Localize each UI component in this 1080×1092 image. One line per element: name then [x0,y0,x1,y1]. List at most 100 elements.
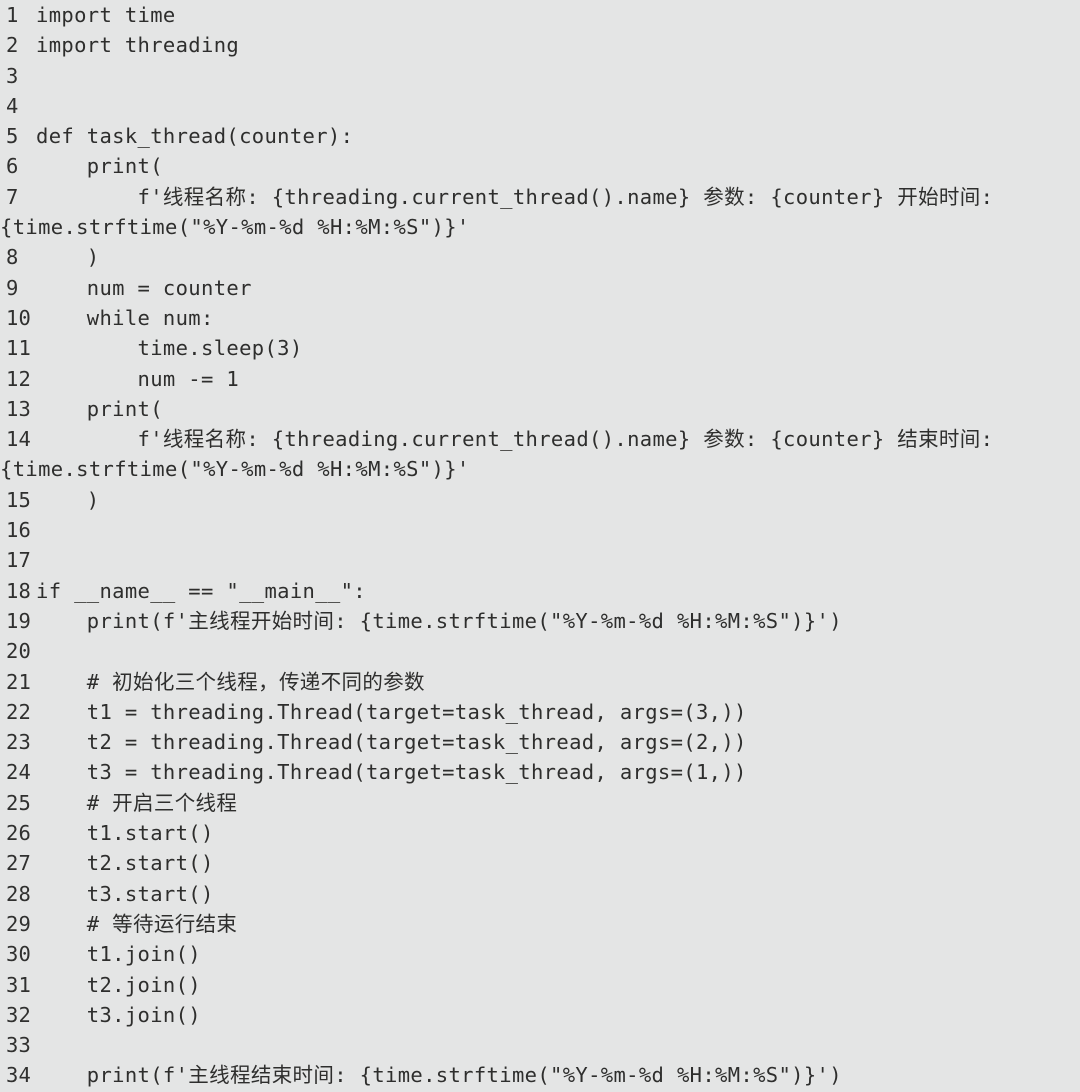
code-text: t1.join() [36,942,201,967]
line-number: 12 [6,366,32,391]
line-number: 16 [6,518,32,543]
code-line: 7 f'线程名称: {threading.current_thread().na… [0,182,1080,212]
code-line: 17 [0,545,1080,575]
line-number: 4 [6,93,19,118]
code-text: import time [36,3,176,27]
code-line: 26 t1.start() [0,818,1080,848]
line-number: 8 [6,245,19,270]
code-text: num -= 1 [36,366,240,391]
code-text: print( [36,154,163,179]
line-number: 6 [6,154,19,179]
code-text: ) [36,487,100,512]
code-text: {time.strftime("%Y-%m-%d %H:%M:%S")}' [0,215,470,240]
line-number: 7 [6,184,19,209]
line-number: 31 [6,972,32,997]
code-line: {time.strftime("%Y-%m-%d %H:%M:%S")}' [0,212,1080,242]
code-line: 1 import time [0,0,1080,30]
line-number: 25 [6,790,32,815]
code-text: print( [36,396,163,421]
line-number: 21 [6,669,32,694]
line-number: 1 [6,3,19,27]
code-text: import threading [36,33,240,58]
code-line: 4 [0,91,1080,121]
line-number: 22 [6,699,32,724]
code-line: 12 num -= 1 [0,364,1080,394]
code-line: 23 t2 = threading.Thread(target=task_thr… [0,727,1080,757]
code-line: 6 print( [0,151,1080,181]
line-number: 3 [6,63,19,88]
line-number: 10 [6,305,32,330]
code-text: t2.join() [36,972,201,997]
code-listing: 1 import time 2 import threading 3 4 5 def task… [0,0,1080,1092]
code-text: t3.start() [36,881,214,906]
line-number: 9 [6,275,19,300]
code-text: # 开启三个线程 [36,790,238,815]
line-number: 27 [6,851,32,876]
line-number: 17 [6,548,32,573]
code-text: t2 = threading.Thread(target=task_thread… [36,730,747,755]
code-line: 5 def task_thread(counter): [0,121,1080,151]
line-number: 26 [6,821,32,846]
code-text: f'线程名称: {threading.current_thread().name… [36,184,994,209]
code-text: print(f'主线程开始时间: {time.strftime("%Y-%m-%… [36,608,842,633]
code-line: 10 while num: [0,303,1080,333]
code-line: 25 # 开启三个线程 [0,788,1080,818]
code-text: print(f'主线程结束时间: {time.strftime("%Y-%m-%… [36,1063,842,1088]
code-line: 20 [0,636,1080,666]
code-line: 11 time.sleep(3) [0,333,1080,363]
code-line: 14 f'线程名称: {threading.current_thread().n… [0,424,1080,454]
code-line: 34 print(f'主线程结束时间: {time.strftime("%Y-%… [0,1060,1080,1090]
code-line: 13 print( [0,394,1080,424]
code-line: 33 [0,1030,1080,1060]
line-number: 23 [6,730,32,755]
line-number: 13 [6,396,32,421]
code-line: 3 [0,61,1080,91]
code-text: t3.join() [36,1002,201,1027]
code-text: t1.start() [36,821,214,846]
line-number: 34 [6,1063,32,1088]
code-line: 30 t1.join() [0,939,1080,969]
line-number: 5 [6,124,19,149]
code-line: 28 t3.start() [0,879,1080,909]
code-line: 21 # 初始化三个线程，传递不同的参数 [0,667,1080,697]
code-line: 16 [0,515,1080,545]
line-number: 14 [6,427,32,452]
code-line: 32 t3.join() [0,1000,1080,1030]
code-text: time.sleep(3) [36,336,303,361]
code-line: 15 ) [0,485,1080,515]
code-text: # 等待运行结束 [36,911,238,936]
code-line: 18 if __name__ == "__main__": [0,576,1080,606]
line-number: 33 [6,1033,32,1058]
line-number: 20 [6,639,32,664]
line-number: 28 [6,881,32,906]
code-text: num = counter [36,275,252,300]
line-number: 11 [6,336,32,361]
code-text: ) [36,245,100,270]
line-number: 15 [6,487,32,512]
code-text: # 初始化三个线程，传递不同的参数 [36,669,425,694]
code-text: def task_thread(counter): [36,124,354,149]
code-text: f'线程名称: {threading.current_thread().name… [36,427,994,452]
code-text: t1 = threading.Thread(target=task_thread… [36,699,747,724]
code-line: 8 ) [0,242,1080,272]
code-line: 2 import threading [0,30,1080,60]
code-text: t2.start() [36,851,214,876]
code-text: while num: [36,305,214,330]
code-line: 9 num = counter [0,273,1080,303]
line-number: 18 [6,578,32,603]
code-text: {time.strftime("%Y-%m-%d %H:%M:%S")}' [0,457,470,482]
code-text: t3 = threading.Thread(target=task_thread… [36,760,747,785]
code-line: 22 t1 = threading.Thread(target=task_thr… [0,697,1080,727]
line-number: 32 [6,1002,32,1027]
line-number: 2 [6,33,19,58]
code-line: 29 # 等待运行结束 [0,909,1080,939]
code-line: {time.strftime("%Y-%m-%d %H:%M:%S")}' [0,454,1080,484]
code-line: 19 print(f'主线程开始时间: {time.strftime("%Y-%… [0,606,1080,636]
line-number: 29 [6,911,32,936]
line-number: 24 [6,760,32,785]
line-number: 30 [6,942,32,967]
code-line: 27 t2.start() [0,848,1080,878]
line-number: 19 [6,608,32,633]
code-line: 24 t3 = threading.Thread(target=task_thr… [0,757,1080,787]
code-line: 31 t2.join() [0,970,1080,1000]
